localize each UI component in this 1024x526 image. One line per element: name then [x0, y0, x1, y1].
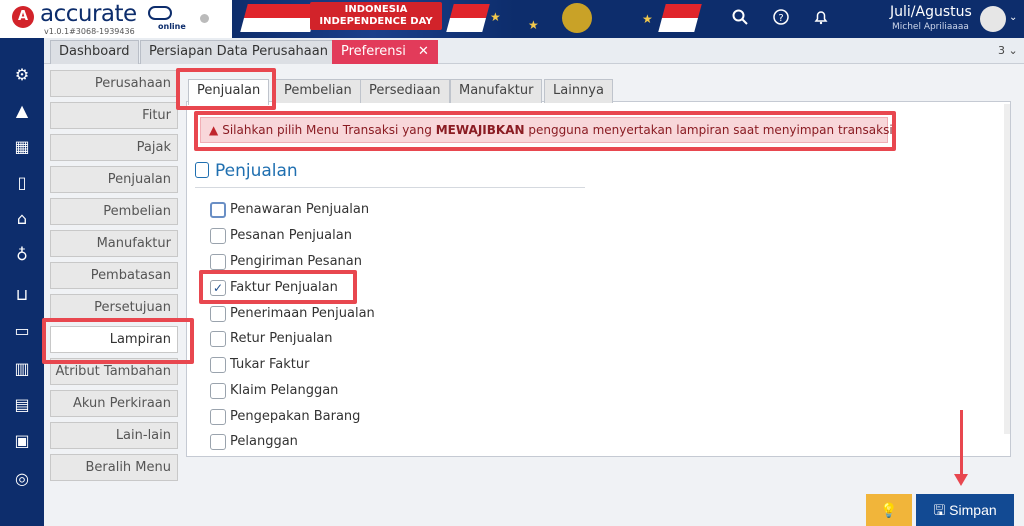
subtab-persediaan[interactable]: Persediaan — [360, 79, 450, 103]
checkbox-label[interactable]: Pelanggan — [230, 433, 298, 451]
cloud-icon — [148, 6, 172, 20]
building-icon[interactable]: ▦ — [11, 136, 33, 158]
tab-bar: Dashboard Persiapan Data Perusahaan Pref… — [44, 38, 1024, 64]
tab-dashboard[interactable]: Dashboard — [50, 40, 139, 64]
checkbox-label[interactable]: Pesanan Penjualan — [230, 227, 352, 245]
status-dot-icon — [200, 14, 209, 23]
annotation-arrow-head — [954, 474, 968, 486]
annotation-box-alert — [194, 111, 896, 151]
checkbox[interactable] — [210, 357, 226, 373]
checkbox-label[interactable]: Pengiriman Pesanan — [230, 253, 362, 271]
top-header: A accurate online v1.0.1#3068-1939436 IN… — [0, 0, 1024, 38]
svg-text:?: ? — [778, 13, 783, 24]
tab-persiapan-data[interactable]: Persiapan Data Perusahaan — [140, 40, 337, 64]
user-avatar[interactable] — [980, 6, 1006, 32]
logo-text: accurate — [40, 1, 137, 27]
help-icon[interactable]: ? — [771, 9, 791, 29]
accurate-logo-icon: A — [12, 6, 34, 28]
side-item-pembelian[interactable]: Pembelian — [50, 198, 178, 225]
side-item-manufaktur[interactable]: Manufaktur — [50, 230, 178, 257]
search-icon[interactable] — [730, 9, 750, 29]
tab-label: Preferensi — [341, 44, 406, 59]
subtab-lainnya[interactable]: Lainnya — [544, 79, 613, 103]
bank-icon[interactable]: ⌂ — [11, 208, 33, 230]
pyramid-icon[interactable]: ▲ — [11, 100, 33, 122]
checkbox-label[interactable]: Tukar Faktur — [230, 356, 309, 374]
close-icon[interactable]: ✕ — [418, 44, 429, 59]
star-icon: ★ — [528, 18, 539, 32]
save-icon: 🖫 — [933, 502, 946, 518]
section-title-text: Penjualan — [215, 161, 298, 181]
star-icon: ★ — [642, 12, 653, 26]
checkbox-label[interactable]: Klaim Pelanggan — [230, 382, 338, 400]
tab-preferensi[interactable]: Preferensi ✕ — [332, 40, 438, 64]
banner-title: INDONESIA INDEPENDENCE DAY — [310, 2, 442, 30]
checkbox[interactable] — [210, 254, 226, 270]
side-item-lain-lain[interactable]: Lain-lain — [50, 422, 178, 449]
chevron-down-icon[interactable]: ⌄ — [1009, 12, 1017, 23]
save-button[interactable]: 🖫 Simpan — [916, 494, 1014, 526]
tax-icon[interactable]: ▣ — [11, 430, 33, 452]
side-item-perusahaan[interactable]: Perusahaan — [50, 70, 178, 97]
report-icon[interactable]: ◎ — [11, 468, 33, 490]
tab-count[interactable]: 3 ⌄ — [998, 44, 1018, 57]
checkbox-label[interactable]: Retur Penjualan — [230, 330, 333, 348]
side-item-persetujuan[interactable]: Persetujuan — [50, 294, 178, 321]
cart-icon[interactable]: ⊔ — [11, 284, 33, 306]
logo-area: A accurate online v1.0.1#3068-1939436 — [0, 0, 232, 38]
user-period[interactable]: Juli/Agustus — [890, 4, 972, 20]
tips-button[interactable]: 💡 — [866, 494, 912, 526]
logo-subtitle: online — [158, 22, 186, 31]
money-bag-icon[interactable]: ♁ — [11, 244, 33, 266]
book-icon[interactable]: ▯ — [11, 172, 33, 194]
section-title: Penjualan — [195, 161, 298, 181]
banner-line-2: INDEPENDENCE DAY — [319, 16, 433, 27]
banner-line-1: INDONESIA — [344, 4, 408, 15]
gear-icon[interactable]: ⚙ — [11, 64, 33, 86]
money-bag-icon — [195, 162, 209, 178]
star-icon: ★ — [490, 10, 501, 24]
bell-icon[interactable] — [811, 9, 831, 29]
checkbox[interactable] — [210, 383, 226, 399]
trolley-icon[interactable]: ▭ — [11, 320, 33, 342]
flag-ribbon-icon — [446, 4, 490, 32]
checkbox[interactable] — [210, 331, 226, 347]
module-rail: ⚙ ▲ ▦ ▯ ⌂ ♁ ⊔ ▭ ▥ ▤ ▣ ◎ — [0, 38, 44, 526]
side-item-pembatasan[interactable]: Pembatasan — [50, 262, 178, 289]
side-item-beralih-menu[interactable]: Beralih Menu — [50, 454, 178, 481]
annotation-box-subtab — [176, 68, 276, 110]
checkbox-label[interactable]: Penawaran Penjualan — [230, 201, 369, 219]
checkbox[interactable] — [210, 202, 226, 218]
checkbox[interactable] — [210, 409, 226, 425]
side-item-fitur[interactable]: Fitur — [50, 102, 178, 129]
user-name: Michel Apriliaaaa — [892, 22, 969, 32]
side-item-pajak[interactable]: Pajak — [50, 134, 178, 161]
checkbox[interactable] — [210, 228, 226, 244]
conveyor-icon[interactable]: ▤ — [11, 394, 33, 416]
lightbulb-icon: 💡 — [880, 502, 898, 518]
version-label: v1.0.1#3068-1939436 — [44, 27, 135, 36]
checkbox-label[interactable]: Pengepakan Barang — [230, 408, 360, 426]
tab-label: Dashboard — [59, 44, 130, 59]
factory-icon[interactable]: ▥ — [11, 358, 33, 380]
side-item-akun-perkiraan[interactable]: Akun Perkiraan — [50, 390, 178, 417]
garuda-emblem-icon — [562, 3, 592, 33]
checkbox[interactable] — [210, 434, 226, 450]
flag-ribbon-icon — [658, 4, 702, 32]
save-label: Simpan — [949, 502, 997, 518]
panel-scrollbar[interactable] — [1004, 104, 1010, 434]
side-item-penjualan[interactable]: Penjualan — [50, 166, 178, 193]
annotation-box-faktur — [199, 270, 357, 304]
annotation-arrow-line — [960, 410, 963, 476]
tab-label: Persiapan Data Perusahaan — [149, 44, 328, 59]
checkbox[interactable] — [210, 306, 226, 322]
checkbox-label[interactable]: Penerimaan Penjualan — [230, 305, 375, 323]
independence-day-banner: INDONESIA INDEPENDENCE DAY ★ ★ ★ — [232, 0, 702, 38]
subtab-manufaktur[interactable]: Manufaktur — [450, 79, 543, 103]
section-divider — [195, 187, 585, 188]
subtab-pembelian[interactable]: Pembelian — [275, 79, 361, 103]
annotation-box-lampiran — [42, 318, 194, 364]
